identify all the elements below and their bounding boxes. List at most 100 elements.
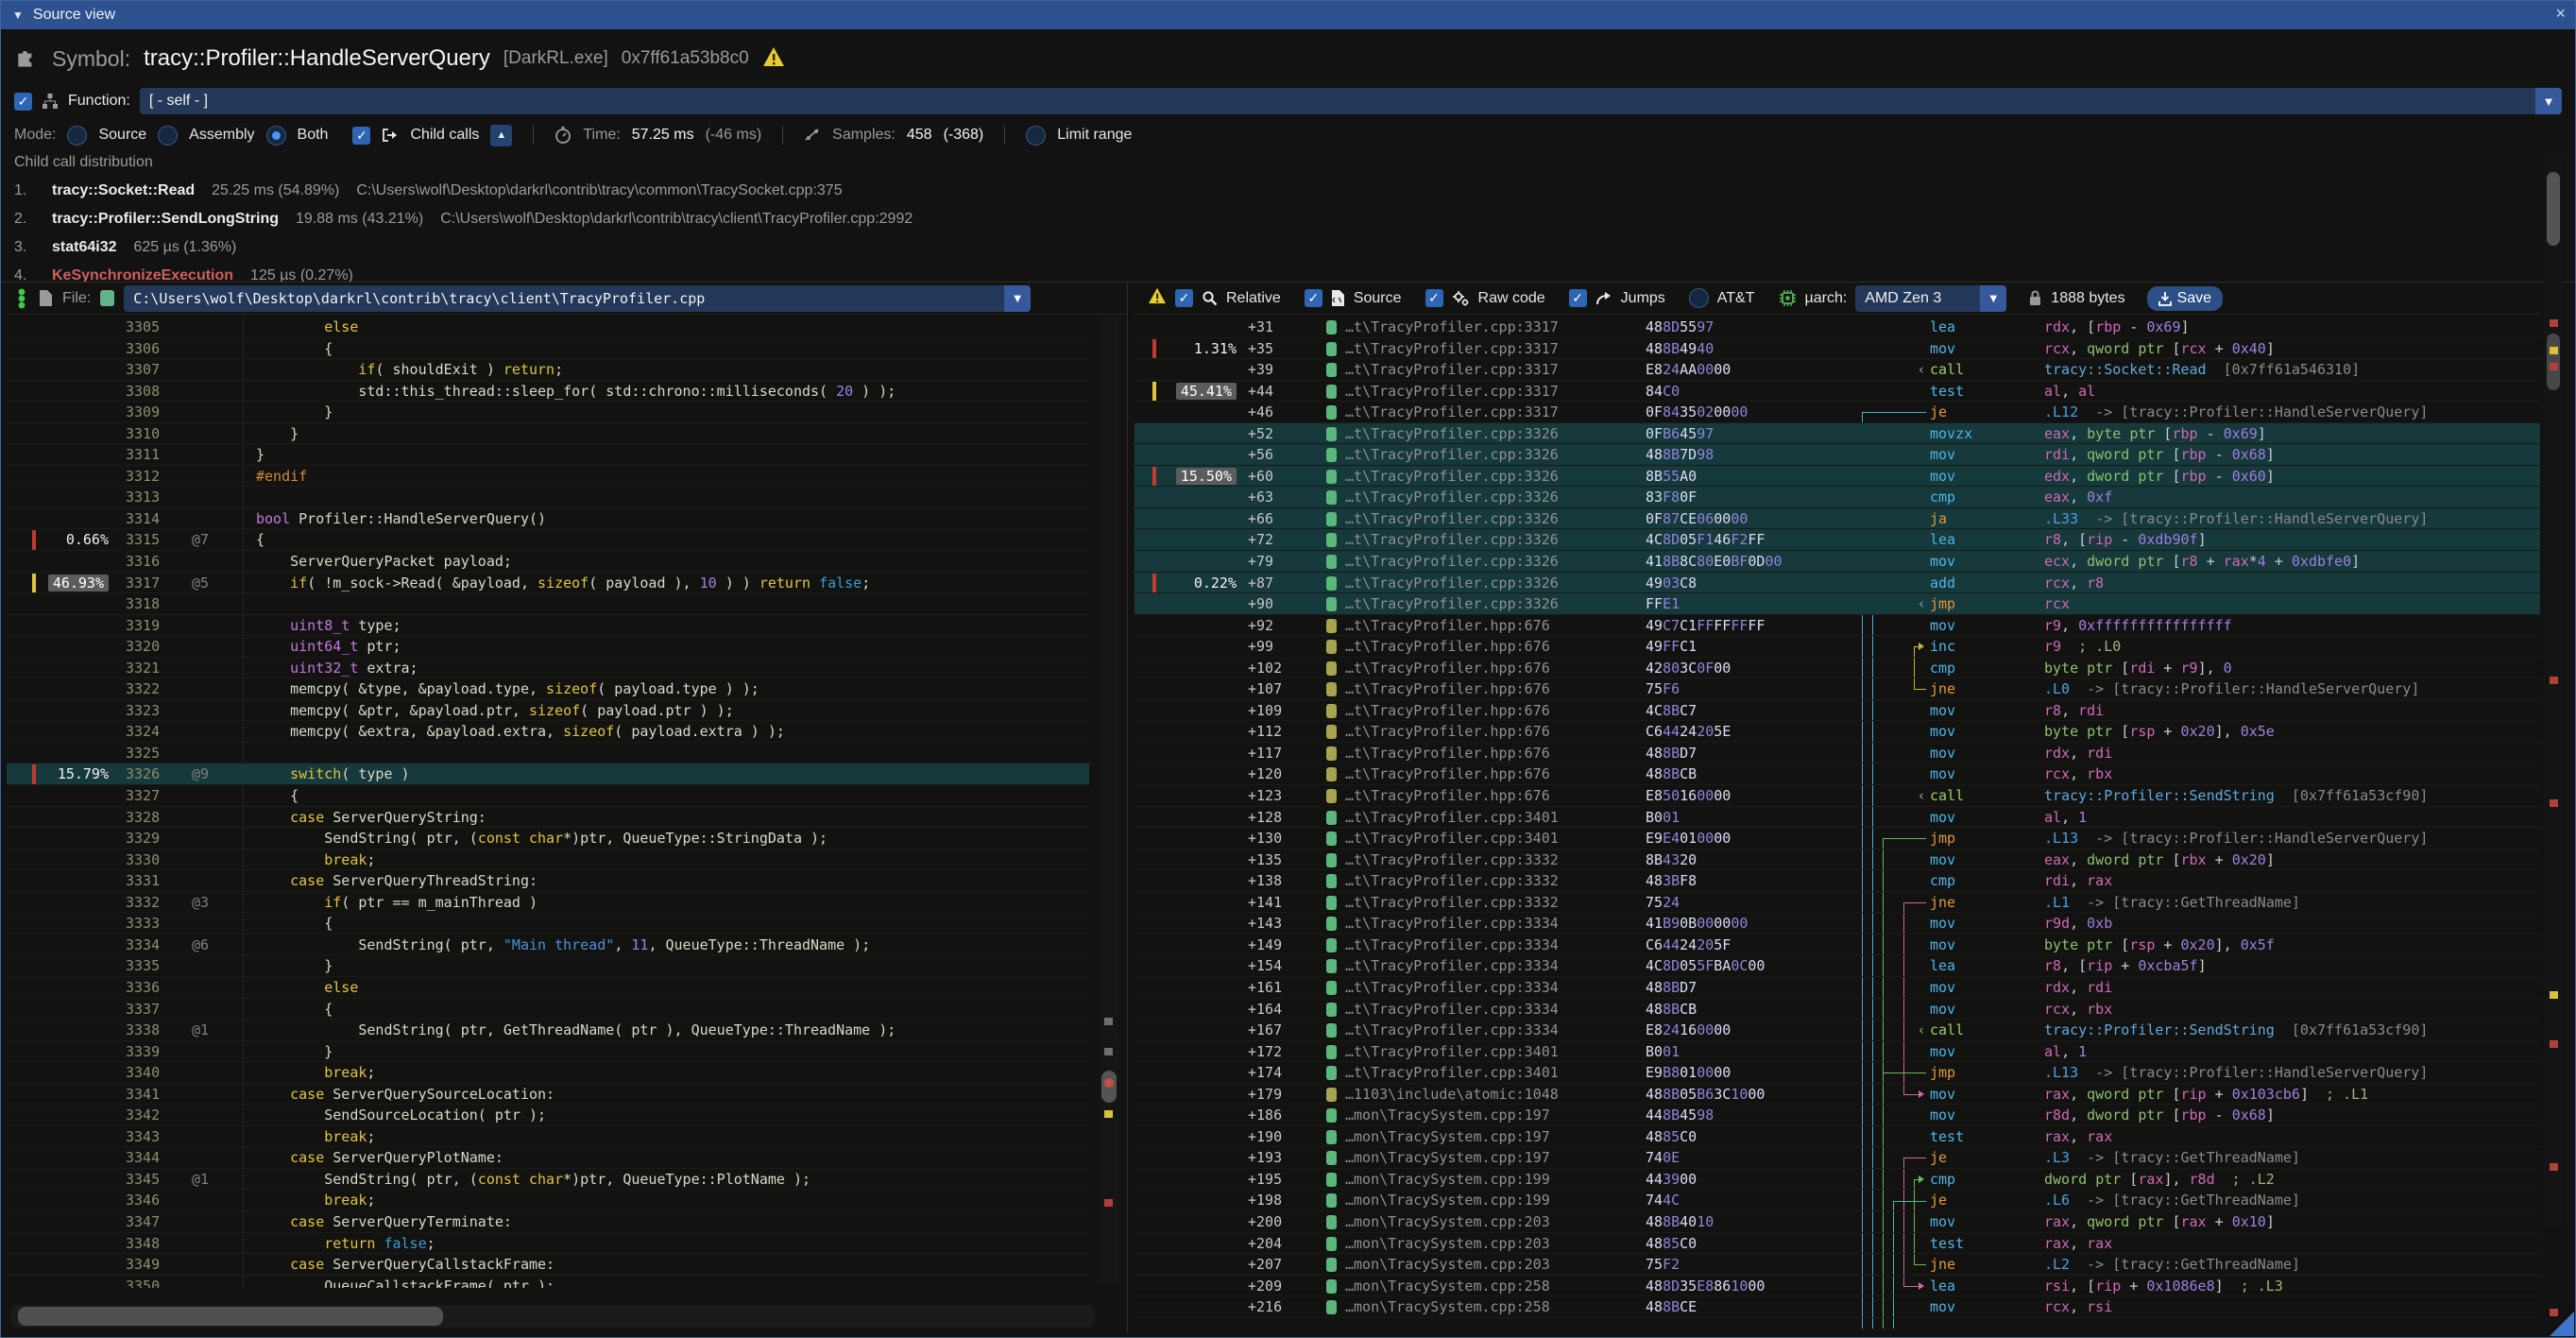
scrollbar-thumb[interactable]	[2547, 172, 2560, 246]
source-line[interactable]: 3314bool Profiler::HandleServerQuery()	[7, 508, 1089, 530]
source-line[interactable]: 3335 }	[7, 955, 1089, 977]
asm-row[interactable]: +92…t\TracyProfiler.hpp:67649C7C1FFFFFFF…	[1134, 615, 2540, 637]
asm-row[interactable]: +102…t\TracyProfiler.hpp:67642803C0F00cm…	[1134, 658, 2540, 679]
source-line[interactable]: 3318	[7, 593, 1089, 615]
source-line[interactable]: 3339 }	[7, 1041, 1089, 1063]
source-line[interactable]: 3309 }	[7, 402, 1089, 423]
source-line[interactable]: 3340 break;	[7, 1062, 1089, 1084]
source-line[interactable]: 3347 case ServerQueryTerminate:	[7, 1211, 1089, 1233]
asm-row[interactable]: +112…t\TracyProfiler.hpp:676C64424205Emo…	[1134, 721, 2540, 743]
source-line[interactable]: 3333 {	[7, 913, 1089, 935]
child-calls-checkbox[interactable]: ✓	[352, 127, 370, 145]
source-location[interactable]: …t\TracyProfiler.cpp:3326	[1345, 593, 1559, 615]
source-line[interactable]: 3305 else	[7, 317, 1089, 338]
asm-row[interactable]: +149…t\TracyProfiler.cpp:3334C64424205Fm…	[1134, 935, 2540, 956]
chevron-down-icon[interactable]: ▼	[1980, 285, 2006, 312]
source-line[interactable]: 3325	[7, 743, 1089, 764]
source-line[interactable]: 3322 memcpy( &type, &payload.type, sizeo…	[7, 678, 1089, 700]
asm-row[interactable]: +79…t\TracyProfiler.cpp:3326418B8C80E0BF…	[1134, 551, 2540, 573]
asm-row[interactable]: +56…t\TracyProfiler.cpp:3326488B7D98movr…	[1134, 444, 2540, 466]
source-location[interactable]: …t\TracyProfiler.cpp:3317	[1345, 338, 1559, 360]
asm-row[interactable]: +107…t\TracyProfiler.hpp:67675F6jne.L0 -…	[1134, 678, 2540, 700]
source-line[interactable]: 3338@1 SendString( ptr, GetThreadName( p…	[7, 1020, 1089, 1041]
source-line[interactable]: 3330 break;	[7, 849, 1089, 871]
source-location[interactable]: …mon\TracySystem.cpp:197	[1345, 1126, 1550, 1148]
source-location[interactable]: …t\TracyProfiler.cpp:3334	[1345, 1020, 1559, 1041]
source-line[interactable]: 3307 if( shouldExit ) return;	[7, 359, 1089, 381]
source-checkbox[interactable]: ✓	[1305, 289, 1322, 307]
source-line[interactable]: 3332@3 if( ptr == m_mainThread )	[7, 892, 1089, 914]
source-line[interactable]: 3310 }	[7, 423, 1089, 445]
asm-row[interactable]: 0.22%+87…t\TracyProfiler.cpp:33264903C8a…	[1134, 573, 2540, 594]
asm-row[interactable]: +193…mon\TracySystem.cpp:197740Eje.L3 ->…	[1134, 1147, 2540, 1169]
source-location[interactable]: …t\TracyProfiler.cpp:3401	[1345, 807, 1559, 829]
source-location[interactable]: …mon\TracySystem.cpp:258	[1345, 1276, 1550, 1297]
asm-row[interactable]: +66…t\TracyProfiler.cpp:33260F87CE060000…	[1134, 508, 2540, 530]
source-location[interactable]: …mon\TracySystem.cpp:203	[1345, 1211, 1550, 1233]
asm-row[interactable]: +46…t\TracyProfiler.cpp:33170F8435020000…	[1134, 402, 2540, 423]
child-call-item[interactable]: 1.tracy::Socket::Read25.25 ms (54.89%)C:…	[14, 177, 2537, 205]
source-location[interactable]: …t\TracyProfiler.cpp:3401	[1345, 828, 1559, 849]
asm-row[interactable]: +128…t\TracyProfiler.cpp:3401B001moval, …	[1134, 807, 2540, 829]
asm-row[interactable]: +195…mon\TracySystem.cpp:199443900cmpdwo…	[1134, 1169, 2540, 1191]
asm-row[interactable]: +143…t\TracyProfiler.cpp:333441B90B00000…	[1134, 913, 2540, 935]
source-location[interactable]: …t\TracyProfiler.cpp:3334	[1345, 955, 1559, 977]
source-location[interactable]: …t\TracyProfiler.cpp:3317	[1345, 359, 1559, 381]
source-location[interactable]: …t\TracyProfiler.hpp:676	[1345, 636, 1550, 658]
source-vertical-scrollbar[interactable]	[1099, 317, 1119, 1284]
save-button[interactable]: Save	[2147, 286, 2223, 311]
asm-row[interactable]: +109…t\TracyProfiler.hpp:6764C8BC7movr8,…	[1134, 700, 2540, 722]
asm-row[interactable]: +164…t\TracyProfiler.cpp:3334488BCBmovrc…	[1134, 999, 2540, 1021]
source-line[interactable]: 3320 uint64_t ptr;	[7, 636, 1089, 658]
asm-row[interactable]: +172…t\TracyProfiler.cpp:3401B001moval, …	[1134, 1041, 2540, 1063]
source-location[interactable]: …t\TracyProfiler.cpp:3401	[1345, 1041, 1559, 1063]
asm-row[interactable]: +90…t\TracyProfiler.cpp:3326FFE1‹jmprcx	[1134, 593, 2540, 615]
source-line[interactable]: 3343 break;	[7, 1126, 1089, 1148]
window-titlebar[interactable]: ▼ Source view ×	[1, 1, 2575, 29]
source-location[interactable]: …t\TracyProfiler.cpp:3326	[1345, 508, 1559, 530]
source-location[interactable]: …t\TracyProfiler.cpp:3334	[1345, 977, 1559, 999]
scrollbar-thumb[interactable]	[18, 1307, 443, 1326]
source-location[interactable]: …t\TracyProfiler.cpp:3317	[1345, 402, 1559, 423]
source-location[interactable]: …t\TracyProfiler.hpp:676	[1345, 785, 1550, 807]
asm-row[interactable]: +154…t\TracyProfiler.cpp:33344C8D055FBA0…	[1134, 955, 2540, 977]
source-line[interactable]: 3345@1 SendString( ptr, (const char*)ptr…	[7, 1169, 1089, 1191]
source-line[interactable]: 3324 memcpy( &extra, &payload.extra, siz…	[7, 721, 1089, 743]
source-line[interactable]: 3308 std::this_thread::sleep_for( std::c…	[7, 381, 1089, 403]
source-location[interactable]: …t\TracyProfiler.hpp:676	[1345, 763, 1550, 785]
source-location[interactable]: …t\TracyProfiler.cpp:3334	[1345, 935, 1559, 956]
relative-checkbox[interactable]: ✓	[1175, 289, 1193, 307]
source-line[interactable]: 3313	[7, 487, 1089, 508]
source-line[interactable]: 3337 {	[7, 999, 1089, 1021]
source-location[interactable]: …t\TracyProfiler.hpp:676	[1345, 678, 1550, 700]
source-line[interactable]: 3344 case ServerQueryPlotName:	[7, 1147, 1089, 1169]
source-location[interactable]: …t\TracyProfiler.cpp:3326	[1345, 573, 1559, 594]
window-vertical-scrollbar[interactable]	[2544, 154, 2563, 1226]
child-call-item[interactable]: 4.KeSynchronizeExecution125 µs (0.27%)	[14, 262, 2537, 282]
source-location[interactable]: …t\TracyProfiler.cpp:3326	[1345, 423, 1559, 445]
radio-both[interactable]	[266, 126, 286, 146]
source-location[interactable]: …1103\include\atomic:1048	[1345, 1084, 1559, 1106]
source-line[interactable]: 3336 else	[7, 977, 1089, 999]
asm-row[interactable]: +138…t\TracyProfiler.cpp:3332483BF8cmprd…	[1134, 870, 2540, 892]
asm-row[interactable]: +141…t\TracyProfiler.cpp:33327524jne.L1 …	[1134, 892, 2540, 914]
asm-row[interactable]: +207…mon\TracySystem.cpp:20375F2jne.L2 -…	[1134, 1254, 2540, 1276]
source-location[interactable]: …t\TracyProfiler.hpp:676	[1345, 721, 1550, 743]
source-line[interactable]: 3306 {	[7, 338, 1089, 360]
asm-row[interactable]: +167…t\TracyProfiler.cpp:3334E824160000‹…	[1134, 1020, 2540, 1041]
source-line[interactable]: 3312#endif	[7, 466, 1089, 488]
resize-grip[interactable]	[2550, 1312, 2574, 1336]
source-location[interactable]: …t\TracyProfiler.cpp:3401	[1345, 1062, 1559, 1084]
asm-row[interactable]: +174…t\TracyProfiler.cpp:3401E9B8010000j…	[1134, 1062, 2540, 1084]
asm-row[interactable]: 15.50%+60…t\TracyProfiler.cpp:33268B55A0…	[1134, 466, 2540, 488]
asm-row[interactable]: +52…t\TracyProfiler.cpp:33260FB64597movz…	[1134, 423, 2540, 445]
asm-row[interactable]: +99…t\TracyProfiler.hpp:67649FFC1incr9 ;…	[1134, 636, 2540, 658]
source-line[interactable]: 3349 case ServerQueryCallstackFrame:	[7, 1254, 1089, 1276]
asm-row[interactable]: +186…mon\TracySystem.cpp:197448B4598movr…	[1134, 1105, 2540, 1126]
source-line[interactable]: 3329 SendString( ptr, (const char*)ptr, …	[7, 828, 1089, 849]
source-line[interactable]: 3341 case ServerQuerySourceLocation:	[7, 1084, 1089, 1106]
source-location[interactable]: …t\TracyProfiler.hpp:676	[1345, 658, 1550, 679]
asm-row[interactable]: +120…t\TracyProfiler.hpp:676488BCBmovrcx…	[1134, 763, 2540, 785]
source-location[interactable]: …t\TracyProfiler.cpp:3326	[1345, 466, 1559, 488]
close-icon[interactable]: ×	[2555, 4, 2566, 24]
